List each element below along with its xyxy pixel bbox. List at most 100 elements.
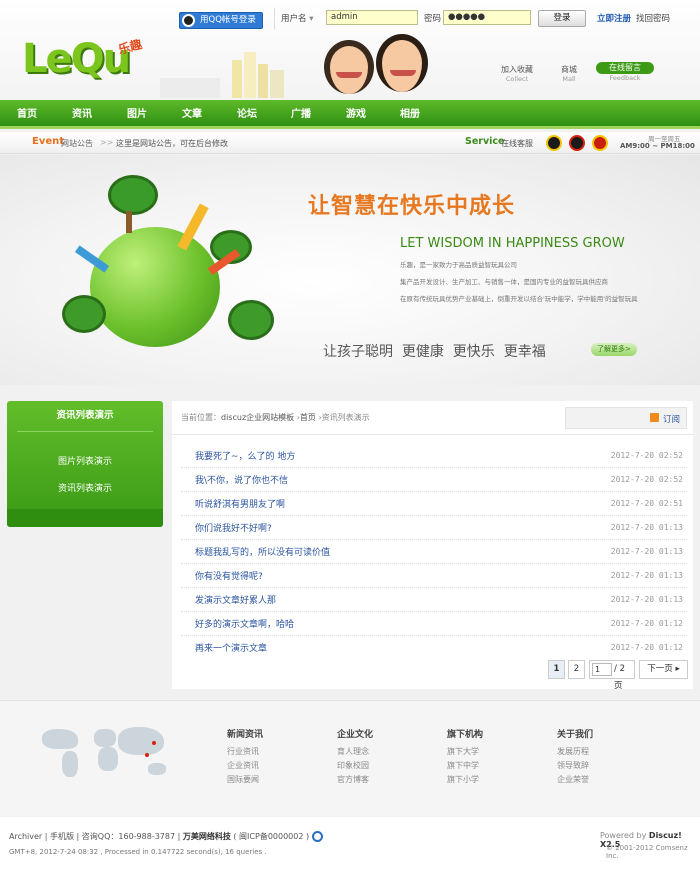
breadcrumb-home[interactable]: 首页	[300, 413, 316, 422]
footer-link[interactable]: 发展历程	[557, 746, 593, 757]
chevron-right-icon: ▸	[675, 664, 680, 674]
article-date: 2012-7-20 02:52	[610, 475, 683, 484]
qq-penguin-icon	[182, 14, 195, 27]
register-link[interactable]: 立即注册	[597, 12, 631, 24]
footer-column-culture: 企业文化 育人理念 印象校园 官方博客	[337, 730, 374, 785]
nav-item-albums[interactable]: 相册	[400, 100, 420, 129]
logo[interactable]: LeQu	[22, 36, 131, 82]
mall-link[interactable]: 商城 Mall	[549, 64, 589, 83]
footer: 新闻资讯 行业资讯 企业资讯 国际要闻 企业文化 育人理念 印象校园 官方博客 …	[0, 700, 700, 816]
article-title-link[interactable]: 我要死了~，么了的 地方	[195, 449, 295, 462]
bottom-bar: Archiver | 手机版 | 咨询QQ：160-988-3787 | 万美网…	[0, 817, 700, 879]
building-decoration	[244, 52, 256, 98]
kids-photo	[318, 32, 438, 100]
sidebar-item-pictures[interactable]: 图片列表演示	[7, 454, 163, 467]
qq-service-icon[interactable]	[546, 135, 562, 151]
footer-column-news: 新闻资讯 行业资讯 企业资讯 国际要闻	[227, 730, 264, 785]
banner: 让智慧在快乐中成长 LET WISDOM IN HAPPINESS GROW 乐…	[0, 155, 700, 385]
building-decoration	[232, 60, 242, 98]
banner-slogan: 让孩子聪明 更健康 更快乐 更幸福	[323, 344, 546, 360]
page-jump-input[interactable]: 1	[592, 663, 612, 676]
company-name[interactable]: 万美网络科技	[183, 832, 231, 841]
article-title-link[interactable]: 听说舒淇有男朋友了啊	[195, 497, 285, 510]
password-label: 密码	[424, 14, 442, 24]
qq-service-icon[interactable]	[592, 135, 608, 151]
breadcrumb-site[interactable]: discuz企业网站模板	[221, 413, 294, 422]
subscribe-link[interactable]: 订阅	[663, 413, 680, 425]
cnzz-icon[interactable]	[311, 831, 323, 842]
list-item: 听说舒淇有男朋友了啊 2012-7-20 02:51	[181, 492, 687, 516]
qq-service-icon[interactable]	[569, 135, 585, 151]
banner-headline-en: LET WISDOM IN HAPPINESS GROW	[400, 236, 625, 251]
list-item: 再来一个演示文章 2012-7-20 01:12	[181, 636, 687, 660]
login-button[interactable]: 登录	[538, 10, 586, 27]
qq-contact: 咨询QQ：160-988-3787	[81, 832, 176, 841]
notice-bar: Event 网站公告 >> 这里是网站公告，可在后台修改 Service 在线客…	[0, 132, 700, 154]
subscribe-box: 订阅	[565, 407, 687, 429]
sidebar-title: 资讯列表演示	[56, 410, 114, 421]
list-item: 好多的演示文章啊，哈哈 2012-7-20 01:12	[181, 612, 687, 636]
footer-link[interactable]: 企业荣誉	[557, 774, 593, 785]
page-button[interactable]: 2	[568, 660, 585, 679]
article-title-link[interactable]: 你有没有觉得呢?	[195, 569, 263, 582]
arrows: >>	[100, 138, 114, 147]
mobile-link[interactable]: 手机版	[50, 832, 74, 841]
article-date: 2012-7-20 01:13	[610, 571, 683, 580]
list-item: 你有没有觉得呢? 2012-7-20 01:13	[181, 564, 687, 588]
footer-link[interactable]: 旗下小学	[447, 774, 483, 785]
footer-link[interactable]: 国际要闻	[227, 774, 263, 785]
article-date: 2012-7-20 01:13	[610, 595, 683, 604]
qq-login-button[interactable]: 用QQ帐号登录	[179, 12, 263, 29]
service-label: Service	[465, 136, 505, 147]
article-list-panel: 当前位置：discuz企业网站模板 ›首页 ›资讯列表演示 订阅 我要死了~，么…	[172, 401, 693, 691]
footer-link[interactable]: 行业资讯	[227, 746, 263, 757]
nav-item-games[interactable]: 游戏	[346, 100, 366, 129]
notice-text[interactable]: 这里是网站公告，可在后台修改	[116, 138, 228, 149]
nav-item-broadcast[interactable]: 广播	[291, 100, 311, 129]
password-input[interactable]: ●●●●●	[443, 10, 531, 25]
list-item: 我\不你，说了你也不信 2012-7-20 02:52	[181, 468, 687, 492]
page-button-current[interactable]: 1	[548, 660, 565, 679]
archiver-link[interactable]: Archiver	[9, 832, 42, 841]
article-title-link[interactable]: 你们说我好不好啊?	[195, 521, 272, 534]
learn-more-button[interactable]: 了解更多>	[591, 343, 637, 356]
article-title-link[interactable]: 再来一个演示文章	[195, 641, 267, 654]
footer-link[interactable]: 领导致辞	[557, 760, 593, 771]
username-type-select[interactable]: 用户名 ▾	[281, 12, 314, 24]
nav-item-news[interactable]: 资讯	[72, 100, 92, 129]
forgot-password-link[interactable]: 找回密码	[636, 12, 670, 24]
icp-link[interactable]: ( 闽ICP备0000002 )	[233, 832, 309, 841]
event-sublabel: 网站公告	[61, 139, 93, 148]
article-date: 2012-7-20 01:12	[610, 643, 683, 652]
feedback-link[interactable]: 在线留言 Feedback	[596, 62, 654, 82]
banner-line-3: 在原有传统玩具优势产业基础上，倒重开发以结合'玩中能学，学中能用'的益智玩具	[400, 295, 638, 303]
footer-link[interactable]: 官方博客	[337, 774, 373, 785]
qq-login-label: 用QQ帐号登录	[200, 15, 256, 25]
footer-link[interactable]: 企业资讯	[227, 760, 263, 771]
world-map	[40, 723, 180, 785]
next-page-button[interactable]: 下一页 ▸	[639, 660, 688, 679]
list-item: 你们说我好不好啊? 2012-7-20 01:13	[181, 516, 687, 540]
service-sublabel: 在线客服	[501, 139, 533, 148]
sidebar-item-news[interactable]: 资讯列表演示	[7, 481, 163, 494]
article-title-link[interactable]: 好多的演示文章啊，哈哈	[195, 617, 294, 630]
page-jump: 1 / 2 页	[589, 660, 635, 691]
article-title-link[interactable]: 我\不你，说了你也不信	[195, 473, 288, 486]
article-date: 2012-7-20 01:12	[610, 619, 683, 628]
collect-link[interactable]: 加入收藏 Collect	[497, 64, 537, 83]
article-date: 2012-7-20 01:13	[610, 547, 683, 556]
username-input[interactable]: admin	[326, 10, 418, 25]
nav-item-home[interactable]: 首页	[17, 100, 37, 129]
footer-link[interactable]: 印象校园	[337, 760, 373, 771]
list-item: 标题我乱写的，所以没有可读价值 2012-7-20 01:13	[181, 540, 687, 564]
nav-item-pictures[interactable]: 图片	[127, 100, 147, 129]
footer-link[interactable]: 旗下中学	[447, 760, 483, 771]
footer-link[interactable]: 旗下大学	[447, 746, 483, 757]
nav-item-forum[interactable]: 论坛	[237, 100, 257, 129]
article-title-link[interactable]: 发演示文章好累人那	[195, 593, 276, 606]
sidebar: 资讯列表演示 图片列表演示 资讯列表演示	[7, 401, 163, 527]
nav-item-articles[interactable]: 文章	[182, 100, 202, 129]
article-title-link[interactable]: 标题我乱写的，所以没有可读价值	[195, 545, 330, 558]
event-label: Event	[32, 136, 65, 147]
footer-link[interactable]: 育人理念	[337, 746, 373, 757]
